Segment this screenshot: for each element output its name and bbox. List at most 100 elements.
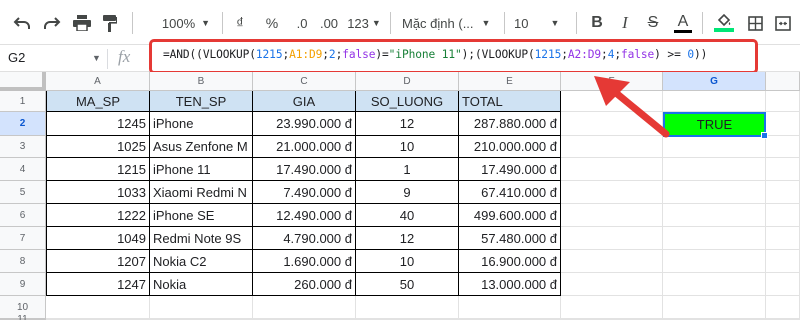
column-header-e[interactable]: E [459, 72, 561, 91]
table-cell[interactable]: 210.000.000 đ [459, 136, 561, 158]
table-header-cell[interactable]: SO_LUONG [356, 91, 459, 112]
table-cell[interactable]: 1 [356, 158, 459, 181]
grid-cell[interactable] [561, 204, 663, 227]
fill-color-icon[interactable] [712, 12, 736, 34]
table-cell[interactable]: 12 [356, 227, 459, 250]
text-color-button[interactable]: A [672, 12, 694, 34]
table-cell[interactable]: 1049 [46, 227, 150, 250]
table-cell[interactable]: iPhone SE [150, 204, 253, 227]
table-cell[interactable]: 1215 [46, 158, 150, 181]
row-header-2[interactable]: 2 [0, 112, 46, 136]
table-cell[interactable]: 1033 [46, 181, 150, 204]
row-header-4[interactable]: 4 [0, 158, 46, 181]
grid-cell[interactable] [561, 273, 663, 296]
table-cell[interactable]: 50 [356, 273, 459, 296]
column-header-a[interactable]: A [46, 72, 150, 91]
redo-icon[interactable] [40, 12, 64, 34]
strikethrough-button[interactable]: S [642, 12, 664, 34]
grid-cell[interactable] [253, 296, 356, 319]
merge-cells-icon[interactable] [772, 12, 794, 34]
table-cell[interactable]: Asus Zenfone M [150, 136, 253, 158]
table-cell[interactable]: 1207 [46, 250, 150, 273]
grid-cell[interactable] [663, 227, 766, 250]
number-format-dropdown[interactable]: 123 ▼ [346, 12, 382, 34]
table-cell[interactable]: 287.880.000 đ [459, 112, 561, 136]
grid-cell[interactable] [766, 204, 800, 227]
percent-button[interactable]: % [262, 12, 282, 34]
column-header-c[interactable]: C [253, 72, 356, 91]
name-box[interactable]: G2 [8, 50, 25, 65]
column-header-h[interactable] [766, 72, 800, 91]
grid-cell[interactable] [46, 296, 150, 319]
grid-cell[interactable] [766, 227, 800, 250]
table-cell[interactable]: 16.900.000 đ [459, 250, 561, 273]
table-cell[interactable]: 21.000.000 đ [253, 136, 356, 158]
paint-format-icon[interactable] [98, 12, 122, 34]
grid-cell[interactable] [561, 296, 663, 319]
table-cell[interactable]: 57.480.000 đ [459, 227, 561, 250]
grid-cell[interactable] [766, 136, 800, 158]
table-cell[interactable]: 17.490.000 đ [253, 158, 356, 181]
row-header-6[interactable]: 6 [0, 204, 46, 227]
table-cell[interactable]: 260.000 đ [253, 273, 356, 296]
grid-cell[interactable] [766, 296, 800, 319]
table-cell[interactable]: iPhone 11 [150, 158, 253, 181]
grid-cell[interactable] [766, 112, 800, 136]
chevron-down-icon[interactable]: ▼ [92, 53, 101, 63]
borders-icon[interactable] [744, 12, 766, 34]
table-cell[interactable]: 10 [356, 250, 459, 273]
column-header-d[interactable]: D [356, 72, 459, 91]
grid-cell[interactable] [356, 296, 459, 319]
currency-button[interactable]: ₫ [230, 12, 250, 34]
grid-cell[interactable] [663, 204, 766, 227]
grid-cell[interactable] [663, 250, 766, 273]
table-cell[interactable]: Nokia C2 [150, 250, 253, 273]
table-cell[interactable]: 23.990.000 đ [253, 112, 356, 136]
column-header-b[interactable]: B [150, 72, 253, 91]
italic-button[interactable]: I [614, 12, 636, 34]
decrease-decimals-button[interactable]: .0 [290, 12, 314, 34]
grid-cell[interactable] [766, 181, 800, 204]
select-all-corner[interactable] [0, 72, 46, 91]
table-cell[interactable]: Xiaomi Redmi N [150, 181, 253, 204]
print-icon[interactable] [70, 12, 94, 34]
table-cell[interactable]: 12.490.000 đ [253, 204, 356, 227]
table-header-cell[interactable]: TOTAL [459, 91, 561, 112]
table-cell[interactable]: iPhone [150, 112, 253, 136]
table-cell[interactable]: Redmi Note 9S [150, 227, 253, 250]
row-header-7[interactable]: 7 [0, 227, 46, 250]
bold-button[interactable]: B [586, 12, 608, 34]
table-cell[interactable]: 1025 [46, 136, 150, 158]
table-cell[interactable]: 40 [356, 204, 459, 227]
grid-cell[interactable] [561, 158, 663, 181]
grid-cell[interactable] [459, 296, 561, 319]
increase-decimals-button[interactable]: .00 [316, 12, 342, 34]
table-cell[interactable]: 1245 [46, 112, 150, 136]
table-cell[interactable]: 1.690.000 đ [253, 250, 356, 273]
table-header-cell[interactable]: MA_SP [46, 91, 150, 112]
row-header-3[interactable]: 3 [0, 136, 46, 158]
grid-cell[interactable] [766, 91, 800, 112]
row-header-9[interactable]: 9 [0, 273, 46, 296]
grid-cell[interactable] [766, 250, 800, 273]
grid-cell[interactable] [663, 273, 766, 296]
table-cell[interactable]: 1222 [46, 204, 150, 227]
grid-cell[interactable] [663, 296, 766, 319]
table-header-cell[interactable]: GIA [253, 91, 356, 112]
font-size-dropdown[interactable]: 10 ▼ [514, 12, 566, 34]
table-cell[interactable]: 4.790.000 đ [253, 227, 356, 250]
table-cell[interactable]: 13.000.000 đ [459, 273, 561, 296]
table-cell[interactable]: 12 [356, 112, 459, 136]
undo-icon[interactable] [10, 12, 34, 34]
grid-cell[interactable] [766, 273, 800, 296]
grid-cell[interactable] [766, 158, 800, 181]
zoom-dropdown[interactable]: 100% ▼ [160, 12, 212, 34]
row-header-5[interactable]: 5 [0, 181, 46, 204]
table-cell[interactable]: 10 [356, 136, 459, 158]
table-cell[interactable]: 9 [356, 181, 459, 204]
formula-text[interactable]: =AND((VLOOKUP(1215;A1:D9;2;false)="iPhon… [163, 48, 707, 61]
grid-cell[interactable] [561, 227, 663, 250]
grid-cell[interactable] [561, 250, 663, 273]
table-cell[interactable]: 7.490.000 đ [253, 181, 356, 204]
table-cell[interactable]: Nokia [150, 273, 253, 296]
